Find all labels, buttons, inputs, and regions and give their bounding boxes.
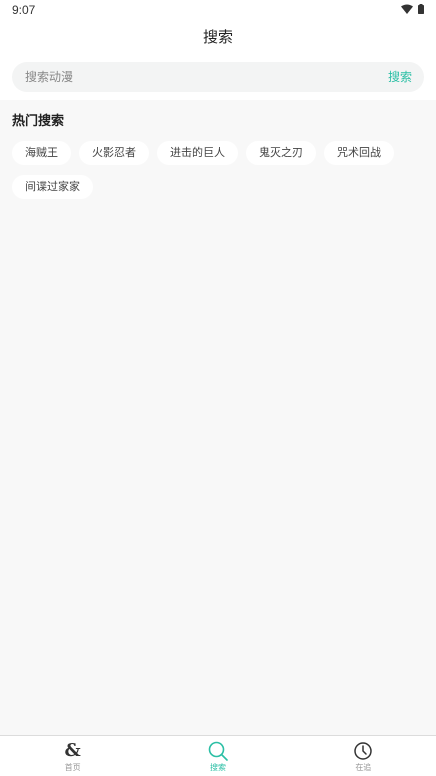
- wifi-icon: [401, 4, 413, 14]
- hot-tag[interactable]: 火影忍者: [79, 141, 149, 165]
- search-icon: [208, 741, 228, 761]
- hot-tag[interactable]: 咒术回战: [324, 141, 394, 165]
- hot-search-title: 热门搜索: [12, 114, 65, 129]
- search-button[interactable]: 搜索: [388, 62, 412, 92]
- clock-icon: [353, 741, 373, 761]
- battery-icon: [418, 4, 424, 14]
- status-time: 9:07: [12, 3, 36, 17]
- hot-tag[interactable]: 鬼灭之刃: [246, 141, 316, 165]
- page-title: 搜索: [202, 28, 233, 46]
- home-icon: &: [64, 740, 81, 761]
- search-screen: 9:07 搜索 搜索 热门搜索 海贼王 火影忍者 进击的巨人: [0, 0, 436, 776]
- bottom-nav: & 首页 搜索 在追: [0, 735, 436, 776]
- hot-tag[interactable]: 间谍过家家: [12, 175, 93, 199]
- header-area: 9:07 搜索 搜索: [0, 0, 436, 100]
- nav-item-home[interactable]: & 首页: [0, 736, 145, 776]
- status-bar: 9:07: [0, 0, 436, 20]
- hot-search-section: 热门搜索 海贼王 火影忍者 进击的巨人 鬼灭之刃 咒术回战 间谍过家家: [12, 112, 424, 199]
- nav-label-home: 首页: [64, 763, 81, 772]
- nav-item-search[interactable]: 搜索: [145, 736, 290, 776]
- nav-label-search: 搜索: [209, 763, 226, 772]
- search-bar: 搜索: [12, 62, 424, 92]
- title-bar: 搜索: [0, 22, 436, 52]
- hot-tag[interactable]: 进击的巨人: [157, 141, 238, 165]
- nav-label-following: 在追: [355, 763, 372, 772]
- status-icons: [401, 4, 424, 14]
- hot-tag[interactable]: 海贼王: [12, 141, 71, 165]
- search-input[interactable]: [12, 62, 362, 92]
- nav-item-following[interactable]: 在追: [291, 736, 436, 776]
- hot-search-tags: 海贼王 火影忍者 进击的巨人 鬼灭之刃 咒术回战 间谍过家家: [12, 141, 424, 199]
